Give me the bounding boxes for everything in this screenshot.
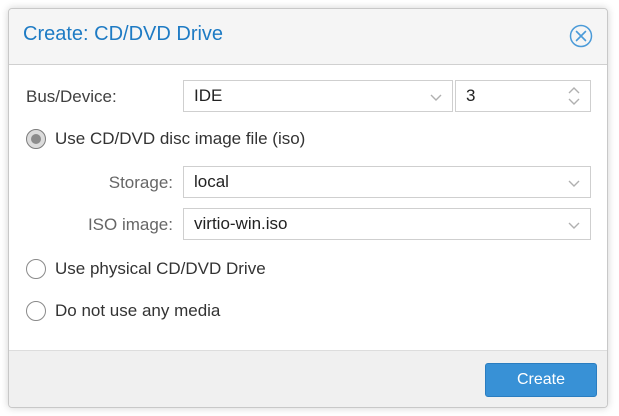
radio-use-iso-label: Use CD/DVD disc image file (iso) bbox=[55, 129, 306, 148]
storage-select[interactable]: local bbox=[183, 166, 591, 198]
iso-image-select[interactable]: virtio-win.iso bbox=[183, 208, 591, 240]
device-number-spinner[interactable]: 3 bbox=[455, 80, 591, 112]
radio-button[interactable] bbox=[26, 301, 46, 321]
device-number-value: 3 bbox=[466, 86, 476, 105]
chevron-down-icon bbox=[568, 222, 580, 229]
chevron-down-icon bbox=[430, 94, 442, 101]
radio-no-media-label: Do not use any media bbox=[55, 301, 221, 320]
spinner-arrows-icon[interactable] bbox=[566, 84, 582, 108]
chevron-down-icon bbox=[568, 180, 580, 187]
radio-physical-drive-label: Use physical CD/DVD Drive bbox=[55, 259, 266, 278]
create-button[interactable]: Create bbox=[485, 363, 597, 397]
create-cd-dvd-dialog: Create: CD/DVD Drive Bus/Device: IDE 3 U… bbox=[8, 8, 608, 408]
dialog-footer: Create bbox=[9, 350, 607, 407]
storage-select-value: local bbox=[194, 172, 229, 191]
dialog-header: Create: CD/DVD Drive bbox=[9, 9, 607, 65]
storage-label: Storage: bbox=[108, 173, 173, 192]
radio-button[interactable] bbox=[26, 259, 46, 279]
bus-select-value: IDE bbox=[194, 86, 223, 105]
bus-select[interactable]: IDE bbox=[183, 80, 453, 112]
close-icon[interactable] bbox=[569, 24, 593, 48]
bus-device-label: Bus/Device: bbox=[26, 87, 117, 106]
iso-image-label: ISO image: bbox=[87, 215, 173, 234]
iso-image-select-value: virtio-win.iso bbox=[194, 214, 288, 233]
radio-button-checked[interactable] bbox=[26, 129, 46, 149]
dialog-body: Bus/Device: IDE 3 Use CD/DVD disc image … bbox=[9, 65, 607, 352]
dialog-title: Create: CD/DVD Drive bbox=[23, 23, 224, 45]
